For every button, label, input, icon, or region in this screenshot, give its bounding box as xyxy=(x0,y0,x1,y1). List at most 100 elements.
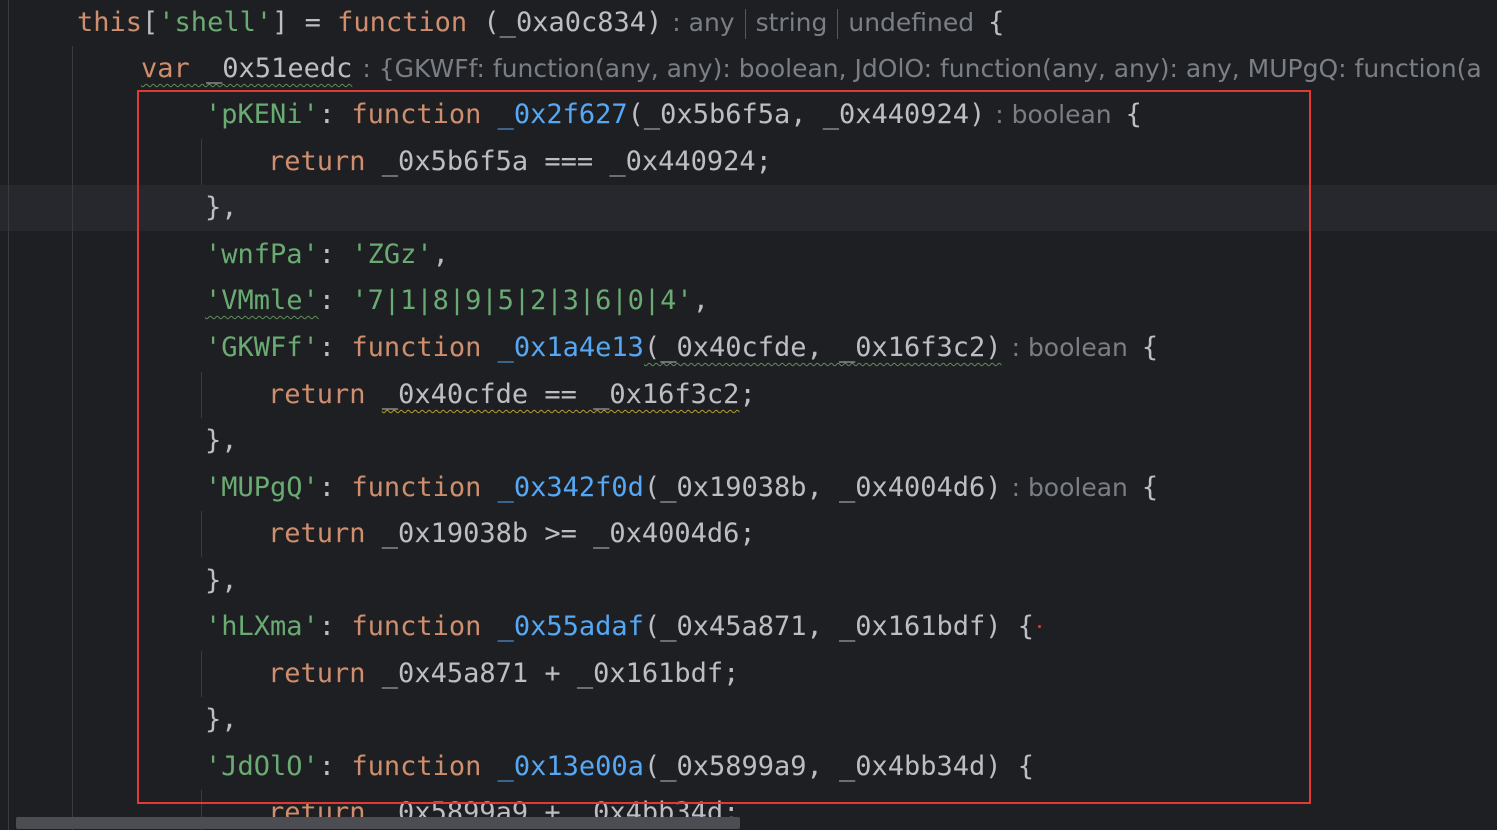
code-line[interactable]: return _0x19038b >= _0x4004d6; xyxy=(268,511,756,557)
code-token: _0x19038b >= _0x4004d6; xyxy=(365,518,756,549)
code-token: return xyxy=(268,379,366,410)
hint-text: {GKWFf: function(any, any): boolean, JdO… xyxy=(378,54,1482,83)
code-token: _0x13e00a xyxy=(497,751,644,782)
code-token: this xyxy=(77,7,143,38)
hint-text: string xyxy=(755,8,828,37)
code-token: [ xyxy=(142,7,159,38)
hint-text: boolean xyxy=(1011,100,1112,129)
code-token: : xyxy=(318,611,352,642)
code-token: return xyxy=(268,518,366,549)
code-token: , xyxy=(432,239,449,270)
code-token: 'pKENi' xyxy=(205,99,319,130)
code-token: (_0x45a871, _0x161bdf) { xyxy=(643,611,1035,642)
hint-text: any xyxy=(688,8,735,37)
hint-colon: : xyxy=(995,100,1012,129)
code-line[interactable]: }, xyxy=(205,418,238,464)
inlay-type-hint: : boolean xyxy=(995,100,1111,129)
code-token: 'JdOlO' xyxy=(205,751,319,782)
hint-text: boolean xyxy=(1027,333,1128,362)
code-line[interactable]: return _0x5b6f5a === _0x440924; xyxy=(268,139,772,185)
code-token: (_0x40cfde, _0x16f3c2) xyxy=(643,332,1002,363)
code-token: ; xyxy=(739,379,756,410)
code-line[interactable]: 'GKWFf': function _0x1a4e13(_0x40cfde, _… xyxy=(205,325,1158,371)
code-token: (_0x5899a9, _0x4bb34d) { xyxy=(643,751,1035,782)
code-token: _0x40cfde == _0x16f3c2 xyxy=(381,379,740,410)
code-token: 'VMmle' xyxy=(205,285,319,316)
code-token: _0x51eedc xyxy=(189,53,353,84)
code-token: function xyxy=(337,7,468,38)
code-token: { xyxy=(1125,99,1142,130)
code-line[interactable]: }, xyxy=(205,697,238,743)
code-token: function xyxy=(351,99,482,130)
inlay-type-hint: : boolean xyxy=(1012,473,1128,502)
code-token: 'hLXma' xyxy=(205,611,319,642)
code-token: _0x1a4e13 xyxy=(497,332,644,363)
code-line[interactable]: }, xyxy=(205,558,238,604)
hint-colon: : xyxy=(1011,333,1028,362)
code-token: }, xyxy=(205,565,238,596)
code-line[interactable]: 'VMmle': '7|1|8|9|5|2|3|6|0|4', xyxy=(205,278,709,324)
indent-guide xyxy=(201,139,202,185)
code-line[interactable]: return _0x45a871 + _0x161bdf; xyxy=(268,651,739,697)
code-token: (_0xa0c834) xyxy=(467,7,663,38)
code-token: { xyxy=(1141,332,1159,363)
hint-text: undefined xyxy=(848,8,975,37)
code-token: _0x45a871 + _0x161bdf; xyxy=(365,658,740,689)
code-token: { xyxy=(988,7,1005,38)
code-line[interactable]: 'wnfPa': 'ZGz', xyxy=(205,232,449,278)
hint-separator xyxy=(837,9,839,39)
code-token: : xyxy=(318,285,352,316)
code-token: : xyxy=(318,99,352,130)
code-line[interactable]: 'pKENi': function _0x2f627(_0x5b6f5a, _0… xyxy=(205,92,1142,138)
hint-colon: : xyxy=(672,8,689,37)
code-token: ] = xyxy=(272,7,338,38)
code-token: 'MUPgQ' xyxy=(205,472,319,503)
code-line[interactable]: var _0x51eedc : {GKWFf: function(any, any… xyxy=(141,46,1482,92)
code-token: function xyxy=(351,611,482,642)
code-token: }, xyxy=(205,425,238,456)
horizontal-scrollbar[interactable] xyxy=(16,817,740,829)
breakpoint-marker xyxy=(1038,625,1041,628)
code-token: function xyxy=(351,751,482,782)
code-line[interactable]: 'MUPgQ': function _0x342f0d(_0x19038b, _… xyxy=(205,465,1158,511)
code-token: function xyxy=(351,472,482,503)
code-token: _0x5b6f5a === _0x440924; xyxy=(365,146,772,177)
code-token: _0x342f0d xyxy=(497,472,644,503)
code-line[interactable]: 'JdOlO': function _0x13e00a(_0x5899a9, _… xyxy=(205,744,1034,790)
code-editor[interactable]: this['shell'] = function (_0xa0c834): an… xyxy=(0,0,1497,830)
code-token: }, xyxy=(205,704,238,735)
code-token: { xyxy=(1141,472,1159,503)
indent-guide xyxy=(201,372,202,418)
code-token: (_0x19038b, _0x4004d6) xyxy=(643,472,1002,503)
code-token: function xyxy=(351,332,482,363)
code-token: var xyxy=(141,53,190,84)
code-token: : xyxy=(318,472,352,503)
code-token: return xyxy=(268,658,366,689)
indent-guide xyxy=(201,651,202,697)
code-line[interactable]: 'hLXma': function _0x55adaf(_0x45a871, _… xyxy=(205,604,1034,650)
code-line[interactable]: this['shell'] = function (_0xa0c834): an… xyxy=(77,0,1004,46)
code-token: 'wnfPa' xyxy=(205,239,319,270)
inlay-type-hint: : {GKWFf: function(any, any): boolean, J… xyxy=(362,54,1481,83)
code-token: }, xyxy=(205,192,238,223)
code-token: _0x55adaf xyxy=(497,611,644,642)
code-line[interactable]: return _0x40cfde == _0x16f3c2; xyxy=(268,372,756,418)
code-token: '7|1|8|9|5|2|3|6|0|4' xyxy=(351,285,693,316)
code-token: 'shell' xyxy=(158,7,273,38)
code-token: _0x2f627 xyxy=(497,99,628,130)
code-line[interactable]: }, xyxy=(205,185,238,231)
code-token: return xyxy=(268,146,366,177)
code-token: : xyxy=(318,239,352,270)
indent-guide xyxy=(201,511,202,557)
inlay-type-hint: : boolean xyxy=(1012,333,1128,362)
indent-guide xyxy=(8,0,9,830)
hint-colon: : xyxy=(1011,473,1028,502)
code-token: (_0x5b6f5a, _0x440924) xyxy=(627,99,986,130)
code-token: : xyxy=(318,332,352,363)
